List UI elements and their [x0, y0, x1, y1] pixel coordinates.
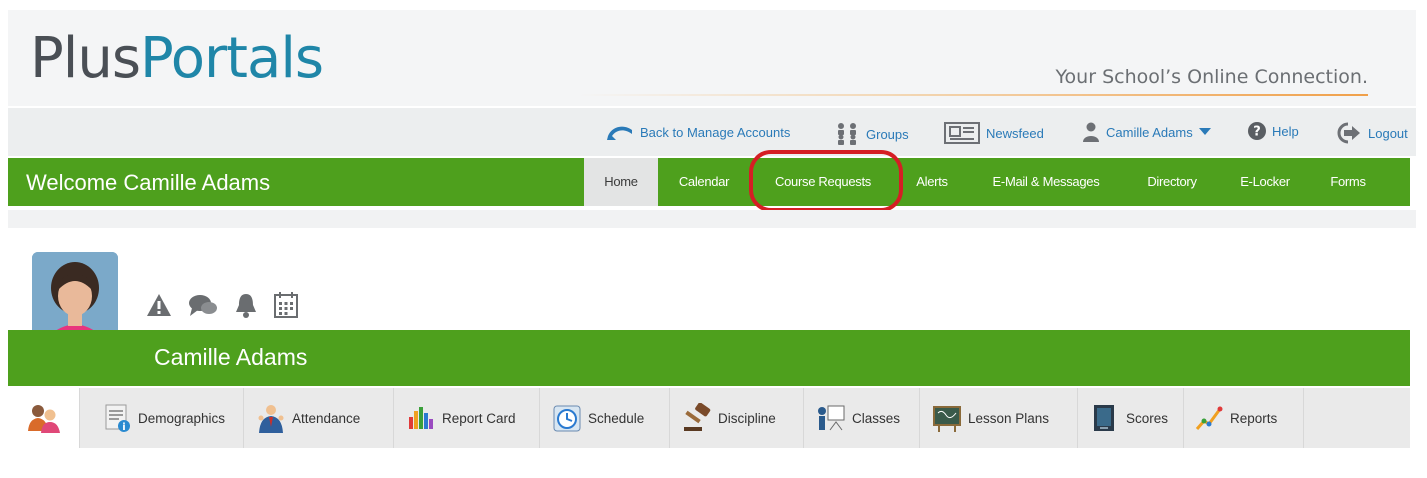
attendance-icon — [258, 405, 284, 433]
scores-icon — [1094, 405, 1114, 431]
tab-reports-label: Reports — [1230, 410, 1278, 426]
user-icon — [1083, 122, 1099, 142]
groups-icon — [838, 123, 856, 145]
tab-demographics[interactable]: i Demographics — [96, 388, 244, 448]
tab-discipline[interactable]: Discipline — [676, 388, 804, 448]
logout-label: Logout — [1368, 125, 1408, 141]
calendar-icon[interactable] — [274, 292, 298, 318]
newsfeed-label: Newsfeed — [986, 125, 1044, 141]
tab-schedule-label: Schedule — [588, 410, 645, 426]
newspaper-icon — [944, 122, 980, 144]
family-icon — [27, 405, 60, 433]
chat-bubbles-icon[interactable] — [188, 292, 218, 318]
tagline: Your School’s Online Connection. — [1055, 66, 1368, 88]
user-name-label: Camille Adams — [1106, 124, 1193, 140]
tagline-underline — [578, 94, 1368, 96]
nav-forms[interactable]: Forms — [1318, 158, 1378, 206]
header: PlusPortals Your School’s Online Connect… — [8, 10, 1416, 106]
student-name: Camille Adams — [154, 344, 308, 370]
bell-icon[interactable] — [234, 292, 258, 318]
caret-down-icon — [1198, 128, 1211, 135]
tab-schedule[interactable]: Schedule — [546, 388, 670, 448]
logout-link[interactable]: Logout — [1334, 122, 1408, 144]
newsfeed-link[interactable]: Newsfeed — [944, 122, 1044, 144]
nav-directory[interactable]: Directory — [1130, 158, 1214, 206]
help-label: Help — [1272, 123, 1299, 139]
svg-text:i: i — [122, 422, 125, 433]
student-tabs: i Demographics Attendance Report Card Sc… — [8, 388, 1410, 448]
demographics-icon: i — [105, 404, 130, 433]
main-navigation: Welcome Camille Adams Home Calendar Cour… — [8, 158, 1410, 206]
tab-demographics-label: Demographics — [138, 410, 226, 426]
back-arrow-icon — [607, 126, 632, 140]
nav-elocker[interactable]: E-Locker — [1226, 158, 1304, 206]
tab-scores-label: Scores — [1126, 410, 1169, 426]
nav-email-messages[interactable]: E-Mail & Messages — [978, 158, 1114, 206]
lesson-plans-icon — [933, 406, 961, 432]
back-to-manage-accounts-label: Back to Manage Accounts — [640, 124, 791, 140]
reports-icon — [1195, 406, 1223, 430]
logo-plus: Plus — [30, 26, 141, 91]
nav-calendar[interactable]: Calendar — [668, 158, 740, 206]
plusportals-page: PlusPortals Your School’s Online Connect… — [0, 0, 1427, 478]
tab-attendance[interactable]: Attendance — [250, 388, 394, 448]
gavel-icon — [684, 403, 711, 431]
nav-home[interactable]: Home — [584, 158, 658, 206]
plusportals-logo[interactable]: PlusPortals — [30, 26, 324, 92]
nav-alerts[interactable]: Alerts — [904, 158, 960, 206]
tab-reports[interactable]: Reports — [1188, 388, 1304, 448]
tab-discipline-label: Discipline — [718, 410, 776, 426]
panel-separator — [8, 210, 1416, 228]
student-name-bar: Camille Adams — [8, 330, 1410, 386]
tab-scores[interactable]: Scores — [1084, 388, 1184, 448]
tab-lesson-plans-label: Lesson Plans — [968, 410, 1050, 426]
logo-portals: Portals — [140, 26, 324, 91]
tab-classes[interactable]: Classes — [810, 388, 920, 448]
tab-report-card-label: Report Card — [442, 410, 516, 426]
tab-report-card[interactable]: Report Card — [400, 388, 540, 448]
groups-label: Groups — [866, 126, 909, 142]
tab-lesson-plans[interactable]: Lesson Plans — [926, 388, 1078, 448]
quick-icons — [146, 292, 298, 318]
report-card-icon — [409, 407, 433, 429]
tab-attendance-label: Attendance — [292, 410, 361, 426]
schedule-icon — [553, 405, 581, 432]
help-icon: ? — [1248, 122, 1266, 140]
tab-classes-label: Classes — [852, 410, 901, 426]
warning-icon[interactable] — [146, 293, 172, 317]
course-requests-highlight — [749, 150, 903, 212]
help-link[interactable]: ? Help — [1248, 122, 1299, 140]
back-to-manage-accounts-link[interactable]: Back to Manage Accounts — [606, 122, 790, 142]
user-menu[interactable]: Camille Adams — [1082, 122, 1211, 142]
welcome-message: Welcome Camille Adams — [26, 170, 271, 195]
svg-text:?: ? — [1253, 125, 1261, 140]
utility-bar: Back to Manage Accounts Groups Newsfeed … — [8, 108, 1416, 156]
groups-link[interactable]: Groups — [834, 122, 909, 146]
tab-family[interactable] — [8, 388, 80, 448]
classes-icon — [818, 405, 845, 431]
logout-icon — [1337, 122, 1360, 144]
